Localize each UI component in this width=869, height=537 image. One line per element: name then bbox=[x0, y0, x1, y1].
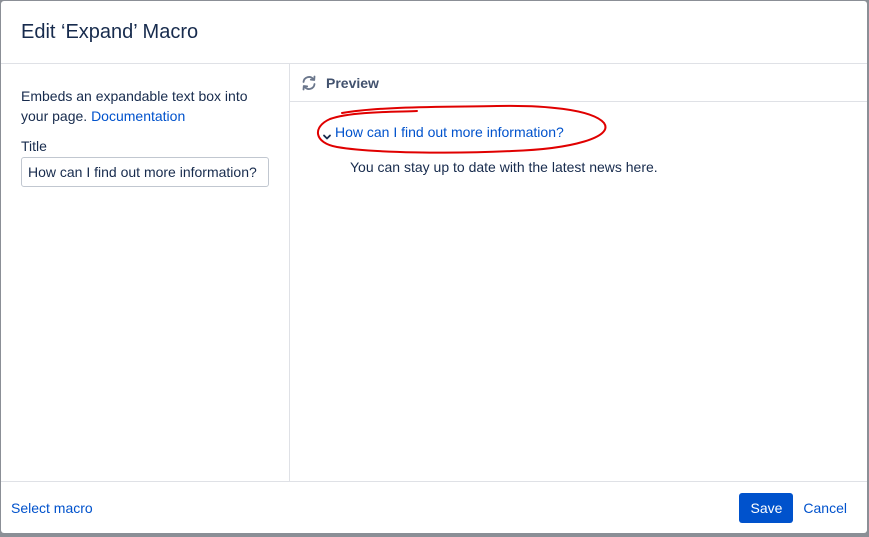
expand-body-text: You can stay up to date with the latest … bbox=[350, 159, 658, 175]
cancel-button[interactable]: Cancel bbox=[803, 500, 847, 516]
preview-content: How can I find out more information? You… bbox=[290, 102, 867, 177]
title-field-label: Title bbox=[21, 138, 47, 154]
preview-label: Preview bbox=[326, 74, 379, 91]
save-button[interactable]: Save bbox=[739, 492, 794, 523]
select-macro-link[interactable]: Select macro bbox=[11, 500, 93, 516]
dialog-title: Edit ‘Expand’ Macro bbox=[21, 20, 199, 43]
expand-toggle[interactable]: How can I find out more information? bbox=[322, 122, 564, 142]
preview-header: Preview bbox=[290, 64, 867, 102]
macro-dialog: Edit ‘Expand’ Macro Embeds an expandable… bbox=[1, 1, 867, 533]
dialog-footer: Select macro Save Cancel bbox=[1, 481, 867, 533]
macro-options-panel: Embeds an expandable text box into your … bbox=[1, 64, 290, 481]
documentation-link[interactable]: Documentation bbox=[91, 108, 185, 124]
dialog-body: Embeds an expandable text box into your … bbox=[1, 64, 867, 481]
chevron-down-icon bbox=[322, 127, 332, 140]
title-input[interactable] bbox=[21, 157, 269, 187]
macro-description: Embeds an expandable text box into your … bbox=[21, 86, 269, 126]
preview-panel: Preview How can I find out more informat… bbox=[290, 64, 867, 481]
expand-title-text: How can I find out more information? bbox=[335, 124, 564, 140]
dialog-header: Edit ‘Expand’ Macro bbox=[1, 1, 867, 64]
refresh-icon[interactable] bbox=[300, 74, 318, 92]
